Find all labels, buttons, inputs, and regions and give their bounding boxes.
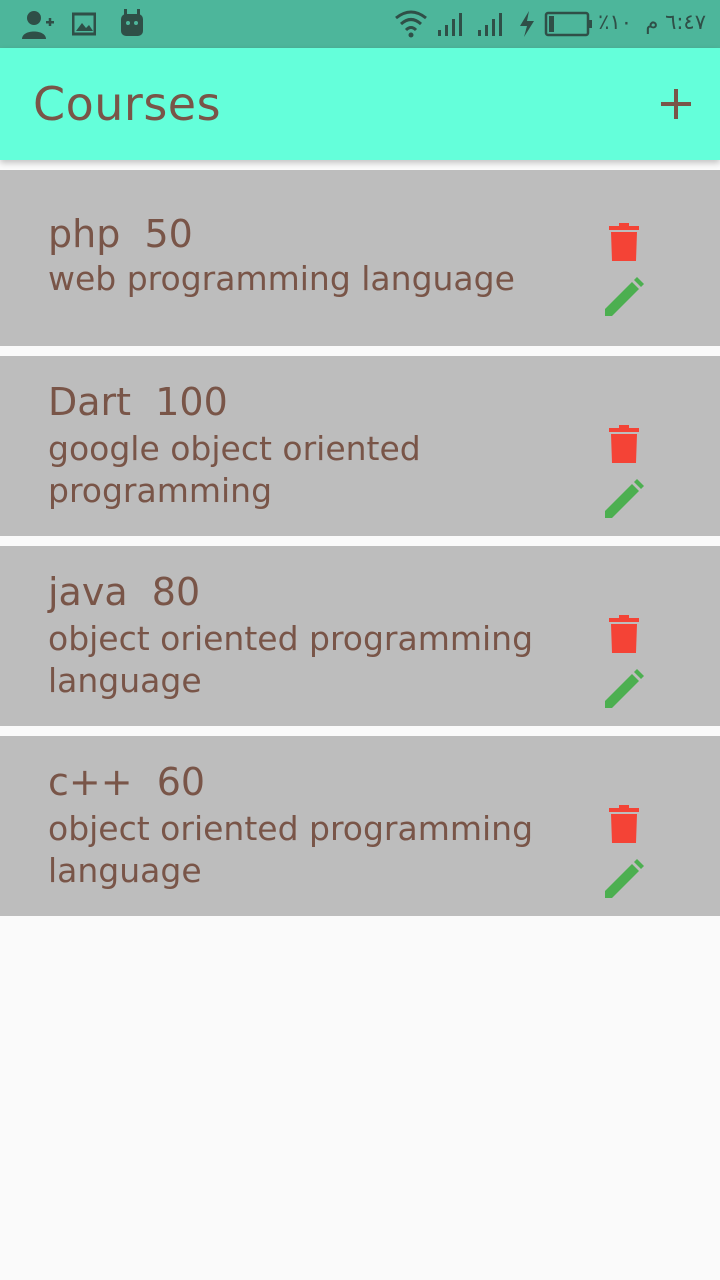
pencil-icon xyxy=(605,669,644,708)
course-description: object oriented programming language xyxy=(48,619,534,700)
course-card[interactable]: c++ 60 object oriented programming langu… xyxy=(0,736,720,916)
edit-button[interactable] xyxy=(600,274,648,322)
status-time: ٦:٤٧ م xyxy=(645,10,706,34)
course-card[interactable]: java 80 object oriented programming lang… xyxy=(0,546,720,726)
course-name: c++ xyxy=(48,760,133,804)
course-name: Dart xyxy=(48,380,132,424)
app-bar: Courses xyxy=(0,48,720,160)
wifi-icon xyxy=(394,8,428,40)
course-name: java xyxy=(48,570,128,614)
trash-icon xyxy=(609,223,639,261)
battery-icon xyxy=(544,8,594,40)
course-name: php xyxy=(48,212,121,256)
pencil-icon xyxy=(605,859,644,898)
signal-icon xyxy=(436,8,466,40)
signal-icon xyxy=(476,8,506,40)
course-hours: 60 xyxy=(156,760,206,804)
course-title: php 50 xyxy=(48,212,193,256)
course-description: web programming language xyxy=(48,259,515,298)
course-hours: 50 xyxy=(144,212,193,256)
edit-button[interactable] xyxy=(600,666,648,714)
course-card[interactable]: Dart 100 google object oriented programm… xyxy=(0,356,720,536)
trash-icon xyxy=(609,805,639,843)
course-title: Dart 100 xyxy=(48,380,228,424)
add-contact-icon xyxy=(20,8,54,40)
trash-icon xyxy=(609,615,639,653)
image-icon xyxy=(72,8,96,40)
course-hours: 100 xyxy=(155,380,228,424)
android-icon xyxy=(118,8,146,40)
trash-icon xyxy=(609,425,639,463)
edit-button[interactable] xyxy=(600,476,648,524)
delete-button[interactable] xyxy=(600,218,648,266)
course-description: google object oriented programming xyxy=(48,429,421,510)
pencil-icon xyxy=(605,479,644,518)
pencil-icon xyxy=(605,277,644,316)
course-hours: 80 xyxy=(151,570,201,614)
course-title: c++ 60 xyxy=(48,760,205,804)
status-bar: ٪١٠ ٦:٤٧ م xyxy=(0,0,720,48)
course-title: java 80 xyxy=(48,570,200,614)
delete-button[interactable] xyxy=(600,610,648,658)
course-card[interactable]: php 50 web programming language xyxy=(0,170,720,346)
plus-icon xyxy=(661,89,691,119)
page-title: Courses xyxy=(33,77,222,131)
add-course-button[interactable] xyxy=(652,80,700,128)
course-description: object oriented programming language xyxy=(48,809,534,890)
delete-button[interactable] xyxy=(600,420,648,468)
edit-button[interactable] xyxy=(600,856,648,904)
battery-percent: ٪١٠ xyxy=(598,10,632,34)
delete-button[interactable] xyxy=(600,800,648,848)
charging-icon xyxy=(516,8,538,40)
